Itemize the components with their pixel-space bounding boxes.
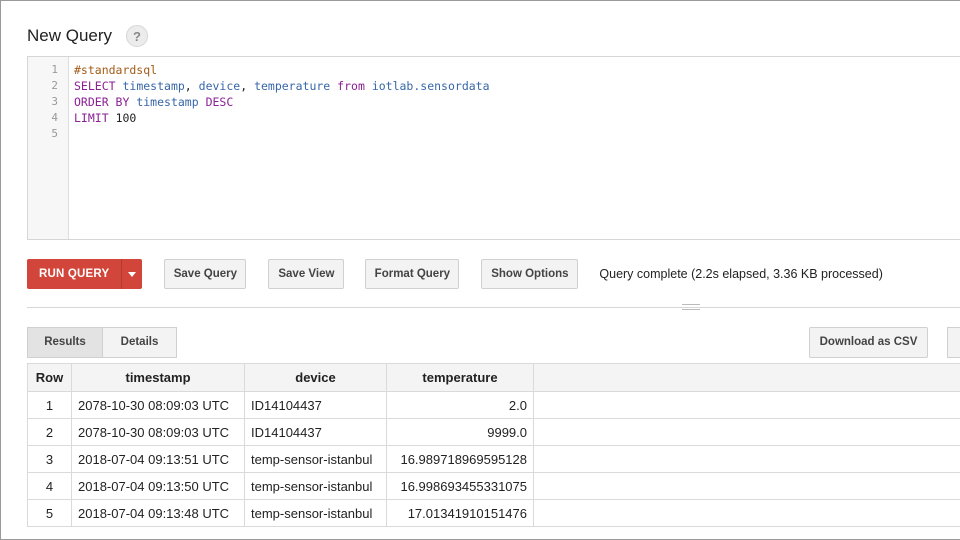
resize-handle-icon[interactable] — [682, 304, 700, 310]
line-number-gutter: 1 2 3 4 5 — [28, 57, 69, 239]
timestamp-cell: 2018-07-04 09:13:51 UTC — [71, 445, 245, 473]
device-cell: ID14104437 — [244, 391, 387, 419]
device-cell: ID14104437 — [244, 418, 387, 446]
temperature-cell: 16.998693455331075 — [386, 472, 534, 500]
run-query-button[interactable]: RUN QUERY — [27, 259, 143, 289]
app-frame: New Query ? 1 2 3 4 5 #standardsql SELECT… — [0, 0, 960, 540]
table-row: 1 2078-10-30 08:09:03 UTC ID14104437 2.0 — [27, 391, 534, 419]
panel-divider — [27, 307, 960, 308]
code-token: 100 — [115, 111, 137, 125]
table-header-row: Row timestamp device temperature — [27, 363, 534, 392]
code-token: from — [337, 79, 365, 93]
code-token: , — [184, 79, 199, 93]
code-token: DESC — [205, 95, 234, 109]
temperature-cell: 16.989718969595128 — [386, 445, 534, 473]
device-cell: temp-sensor-istanbul — [244, 445, 387, 473]
results-table: Row timestamp device temperature 1 2078-… — [27, 363, 534, 527]
code-line[interactable]: LIMIT 100 — [74, 110, 960, 126]
table-row: 4 2018-07-04 09:13:50 UTC temp-sensor-is… — [27, 472, 534, 500]
page-title: New Query — [27, 26, 113, 45]
tab-details[interactable]: Details — [103, 327, 177, 358]
help-icon[interactable]: ? — [126, 25, 149, 47]
code-token: SELECT — [74, 79, 116, 93]
query-status: Query complete (2.2s elapsed, 3.36 KB pr… — [599, 267, 883, 281]
run-query-label[interactable]: RUN QUERY — [27, 259, 121, 289]
row-number-cell: 4 — [27, 472, 72, 500]
tab-results[interactable]: Results — [27, 327, 103, 358]
row-number-cell: 5 — [27, 499, 72, 527]
column-header-row: Row — [27, 363, 72, 392]
table-row: 5 2018-07-04 09:13:48 UTC temp-sensor-is… — [27, 499, 534, 527]
code-token: , — [240, 79, 255, 93]
line-number: 5 — [51, 127, 58, 140]
temperature-cell: 9999.0 — [386, 418, 534, 446]
row-number-cell: 2 — [27, 418, 72, 446]
run-query-dropdown[interactable] — [121, 259, 142, 289]
line-number: 2 — [51, 79, 58, 92]
row-number-cell: 1 — [27, 391, 72, 419]
code-token: device — [198, 79, 241, 93]
line-number: 3 — [51, 95, 58, 108]
code-token: #standardsql — [74, 63, 158, 77]
timestamp-cell: 2078-10-30 08:09:03 UTC — [71, 418, 245, 446]
row-number-cell: 3 — [27, 445, 72, 473]
format-query-button[interactable]: Format Query — [365, 259, 460, 289]
timestamp-cell: 2018-07-04 09:13:50 UTC — [71, 472, 245, 500]
code-token: timestamp — [122, 79, 185, 93]
code-token: temperature — [254, 79, 331, 93]
table-row: 2 2078-10-30 08:09:03 UTC ID14104437 999… — [27, 418, 534, 446]
line-number: 1 — [51, 63, 58, 76]
save-query-button[interactable]: Save Query — [164, 259, 247, 289]
device-cell: temp-sensor-istanbul — [244, 499, 387, 527]
show-options-button[interactable]: Show Options — [481, 259, 579, 289]
line-number: 4 — [51, 111, 58, 124]
title-row: New Query ? — [27, 23, 149, 49]
results-tabs: Results Details — [27, 327, 177, 358]
query-toolbar: RUN QUERY Save Query Save View Format Qu… — [27, 259, 883, 289]
save-view-button[interactable]: Save View — [268, 259, 345, 289]
table-row: 3 2018-07-04 09:13:51 UTC temp-sensor-is… — [27, 445, 534, 473]
timestamp-cell: 2078-10-30 08:09:03 UTC — [71, 391, 245, 419]
code-token: timestamp — [136, 95, 199, 109]
temperature-cell: 2.0 — [386, 391, 534, 419]
code-token: LIMIT — [74, 111, 109, 125]
temperature-cell: 17.01341910151476 — [386, 499, 534, 527]
code-token: iotlab.sensordata — [371, 79, 490, 93]
device-cell: temp-sensor-istanbul — [244, 472, 387, 500]
code-line[interactable] — [74, 126, 960, 142]
code-line[interactable]: #standardsql — [74, 62, 960, 78]
chevron-down-icon — [128, 271, 137, 277]
column-header-timestamp: timestamp — [71, 363, 245, 392]
table-filler — [532, 363, 960, 539]
column-header-device: device — [244, 363, 387, 392]
code-line[interactable]: SELECT timestamp, device, temperature fr… — [74, 78, 960, 94]
more-export-button[interactable] — [947, 327, 960, 358]
timestamp-cell: 2018-07-04 09:13:48 UTC — [71, 499, 245, 527]
query-editor[interactable]: 1 2 3 4 5 #standardsql SELECT timestamp, … — [27, 56, 960, 240]
column-header-temperature: temperature — [386, 363, 534, 392]
code-token: ORDER BY — [74, 95, 130, 109]
code-line[interactable]: ORDER BY timestamp DESC — [74, 94, 960, 110]
download-csv-button[interactable]: Download as CSV — [809, 327, 928, 358]
code-area[interactable]: #standardsql SELECT timestamp, device, te… — [74, 62, 960, 142]
